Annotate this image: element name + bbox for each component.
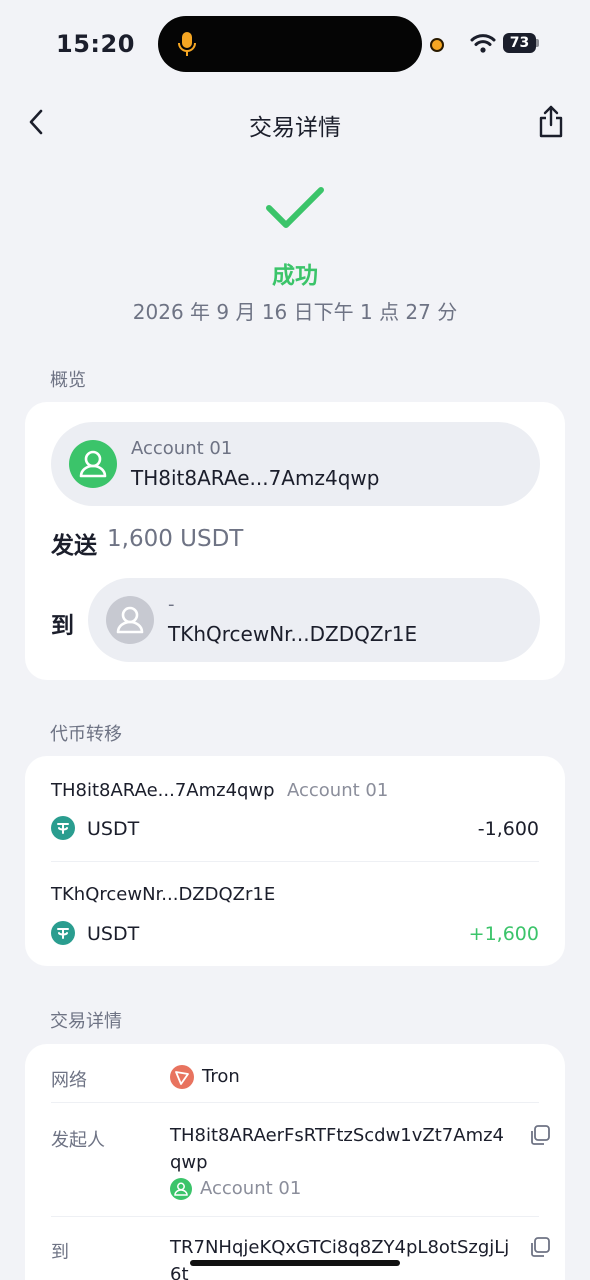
initiator-label: 发起人 xyxy=(51,1130,105,1151)
send-label: 发送 xyxy=(51,533,97,559)
battery-level: 73 xyxy=(503,33,536,53)
initiator-account: Account 01 xyxy=(200,1178,302,1199)
usdt-icon xyxy=(51,921,75,945)
to-detail-label: 到 xyxy=(51,1242,69,1263)
network-value: Tron xyxy=(202,1066,240,1087)
from-avatar xyxy=(69,440,117,488)
share-icon[interactable] xyxy=(536,104,566,140)
overview-card: Account 01 TH8it8ARAe...7Amz4qwp 发送 1,60… xyxy=(25,402,565,680)
overview-section-label: 概览 xyxy=(50,370,86,391)
user-icon xyxy=(79,450,107,478)
recording-indicator-icon xyxy=(430,38,444,52)
initiator-address: TH8it8ARAerFsRTFtzScdw1vZt7Amz4qwp xyxy=(170,1125,505,1173)
divider xyxy=(51,861,539,862)
divider xyxy=(51,1216,539,1217)
from-account-name: Account 01 xyxy=(131,438,233,459)
to-label: 到 xyxy=(51,613,74,639)
network-label: 网络 xyxy=(51,1070,87,1091)
to-account-name: - xyxy=(168,594,175,615)
dynamic-island xyxy=(158,16,422,72)
to-detail-address: TR7NHqjeKQxGTCi8q8ZY4pL8otSzgjLj6t xyxy=(170,1237,510,1280)
transfer-to-address: TKhQrcewNr...DZDQZr1E xyxy=(51,884,276,905)
transaction-status: 成功 xyxy=(272,263,318,289)
success-check-icon xyxy=(266,187,324,228)
transfer-to-token: USDT xyxy=(87,923,140,945)
to-avatar xyxy=(106,596,154,644)
transaction-datetime: 2026 年 9 月 16 日下午 1 点 27 分 xyxy=(132,300,458,324)
transfer-from-address: TH8it8ARAe...7Amz4qwp xyxy=(51,780,275,801)
token-transfer-section-label: 代币转移 xyxy=(50,724,122,745)
wifi-icon xyxy=(470,34,496,53)
status-time: 15:20 xyxy=(56,30,135,58)
copy-icon[interactable] xyxy=(529,1236,551,1258)
transfer-from-amount: -1,600 xyxy=(477,818,539,840)
details-card: 网络 Tron 发起人 TH8it8ARAerFsRTFtzScdw1vZt7A… xyxy=(25,1044,565,1280)
divider xyxy=(51,1102,539,1103)
initiator-avatar xyxy=(170,1178,192,1200)
microphone-icon xyxy=(178,32,196,56)
token-transfer-card: TH8it8ARAe...7Amz4qwp Account 01 USDT -1… xyxy=(25,756,565,966)
send-amount: 1,600 USDT xyxy=(107,526,244,552)
user-icon xyxy=(116,606,144,634)
nav-bar: 交易详情 xyxy=(0,98,590,148)
to-account-pill[interactable]: - TKhQrcewNr...DZDQZr1E xyxy=(88,578,540,662)
battery-icon: 73 xyxy=(503,33,539,53)
from-address: TH8it8ARAe...7Amz4qwp xyxy=(131,466,380,490)
from-account-pill[interactable]: Account 01 TH8it8ARAe...7Amz4qwp xyxy=(51,422,540,506)
status-bar: 15:20 73 xyxy=(0,0,590,88)
home-indicator[interactable] xyxy=(190,1260,400,1266)
transfer-to-amount: +1,600 xyxy=(468,923,539,945)
to-address: TKhQrcewNr...DZDQZr1E xyxy=(168,622,418,646)
usdt-icon xyxy=(51,816,75,840)
page-title: 交易详情 xyxy=(249,115,341,141)
transfer-from-account: Account 01 xyxy=(287,780,389,801)
copy-icon[interactable] xyxy=(529,1124,551,1146)
transfer-from-token: USDT xyxy=(87,818,140,840)
details-section-label: 交易详情 xyxy=(50,1011,122,1032)
tron-icon xyxy=(170,1065,194,1089)
